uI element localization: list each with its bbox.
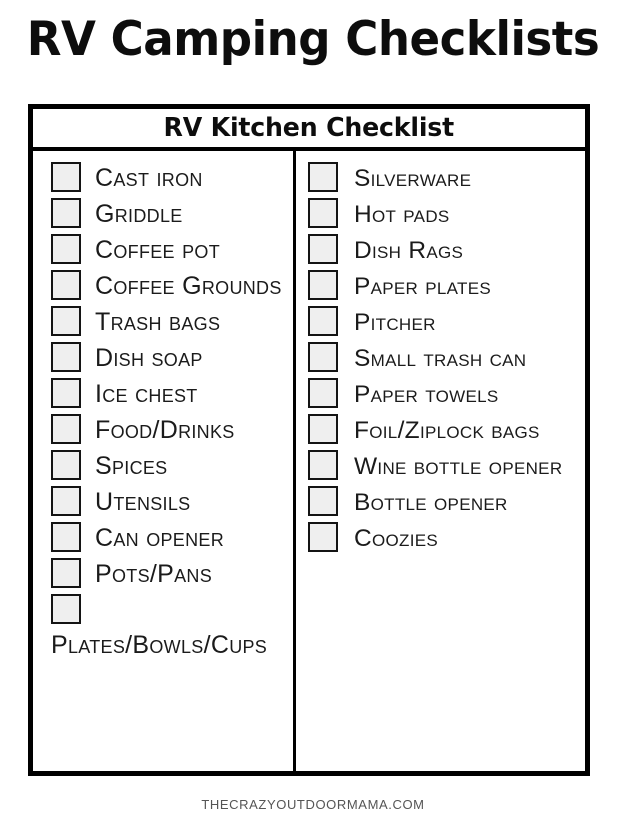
checklist-item-label: Pots/Pans [95, 560, 213, 588]
checkbox-icon[interactable] [308, 270, 338, 300]
checklist-item-label: Griddle [95, 200, 183, 228]
checklist-item-label: Bottle opener [354, 489, 508, 516]
checklist-item[interactable]: Food/Drinks [51, 413, 289, 448]
checklist-item-label: Plates/Bowls/Cups [51, 631, 268, 659]
checklist-item[interactable]: Coffee pot [51, 233, 289, 268]
page-title: RV Camping Checklists [26, 12, 600, 67]
checklist-card: RV Kitchen Checklist Cast iron Griddle Cof… [28, 104, 590, 776]
checkbox-icon[interactable] [308, 378, 338, 408]
checklist-item[interactable]: Pitcher [308, 305, 578, 340]
checkbox-icon[interactable] [51, 162, 81, 192]
checkbox-icon[interactable] [308, 342, 338, 372]
checklist-header-title: RV Kitchen Checklist [163, 113, 455, 143]
checklist-item[interactable]: Plates/Bowls/Cups [51, 593, 289, 663]
checkbox-icon[interactable] [51, 198, 81, 228]
checkbox-icon[interactable] [51, 414, 81, 444]
checkbox-icon[interactable] [308, 522, 338, 552]
checkbox-icon[interactable] [308, 306, 338, 336]
checklist-item-label: Paper plates [354, 273, 491, 300]
checklist-item[interactable]: Silverware [308, 161, 578, 196]
checklist-left-column: Cast iron Griddle Coffee pot Coffee Grounds… [33, 151, 296, 773]
checklist-item-label: Pitcher [354, 309, 436, 336]
checklist-item[interactable]: Trash bags [51, 305, 289, 340]
checklist-item-label: Coozies [354, 525, 439, 552]
checklist-item[interactable]: Foil/Ziplock bags [308, 413, 578, 448]
checklist-item[interactable]: Hot pads [308, 197, 578, 232]
footer-attribution: THECRAZYOUTDOORMAMA.COM [201, 797, 425, 812]
checklist-item[interactable]: Can opener [51, 521, 289, 556]
checklist-item-label: Food/Drinks [95, 416, 235, 444]
checklist-item[interactable]: Cast iron [51, 161, 289, 196]
checkbox-icon[interactable] [308, 162, 338, 192]
checklist-item[interactable]: Ice chest [51, 377, 289, 412]
checklist-item-label: Dish Rags [354, 237, 464, 264]
checklist-columns: Cast iron Griddle Coffee pot Coffee Grounds… [33, 151, 585, 773]
checkbox-icon[interactable] [308, 234, 338, 264]
checkbox-icon[interactable] [51, 234, 81, 264]
checklist-item-label: Cast iron [95, 164, 203, 192]
checkbox-icon[interactable] [51, 558, 81, 588]
checklist-page: RV Camping Checklists RV Kitchen Checkli… [0, 0, 626, 835]
checklist-item-label: Hot pads [354, 201, 450, 228]
checklist-item[interactable]: Pots/Pans [51, 557, 289, 592]
checklist-item[interactable]: Bottle opener [308, 485, 578, 520]
checklist-item[interactable]: Utensils [51, 485, 289, 520]
checklist-item[interactable]: Dish Rags [308, 233, 578, 268]
checkbox-icon[interactable] [51, 594, 81, 624]
checkbox-icon[interactable] [51, 342, 81, 372]
checklist-item-label: Trash bags [95, 308, 221, 336]
checklist-item-label: Spices [95, 452, 168, 480]
checklist-item-label: Dish soap [95, 344, 203, 372]
checkbox-icon[interactable] [308, 198, 338, 228]
checklist-right-column: Silverware Hot pads Dish Rags Paper plates P… [296, 151, 582, 773]
checklist-item-label: Coffee Grounds [95, 272, 282, 300]
checkbox-icon[interactable] [308, 450, 338, 480]
checklist-item[interactable]: Griddle [51, 197, 289, 232]
checkbox-icon[interactable] [51, 450, 81, 480]
checkbox-icon[interactable] [51, 378, 81, 408]
checkbox-icon[interactable] [308, 414, 338, 444]
checklist-item[interactable]: Wine bottle opener [308, 449, 578, 484]
checklist-item[interactable]: Spices [51, 449, 289, 484]
checklist-item-label: Coffee pot [95, 236, 221, 264]
checkbox-icon[interactable] [308, 486, 338, 516]
checklist-item[interactable]: Small trash can [308, 341, 578, 376]
checklist-item[interactable]: Dish soap [51, 341, 289, 376]
checklist-item-label: Foil/Ziplock bags [354, 417, 540, 444]
checklist-item[interactable]: Paper towels [308, 377, 578, 412]
checklist-item-label: Wine bottle opener [354, 453, 563, 480]
checklist-item-label: Silverware [354, 165, 472, 192]
checklist-item-label: Ice chest [95, 380, 198, 408]
checklist-item-label: Can opener [95, 524, 225, 552]
checklist-item-label: Utensils [95, 488, 191, 516]
checklist-item-label: Small trash can [354, 345, 527, 372]
checklist-item[interactable]: Paper plates [308, 269, 578, 304]
checkbox-icon[interactable] [51, 522, 81, 552]
checklist-header: RV Kitchen Checklist [33, 109, 585, 151]
checklist-item[interactable]: Coozies [308, 521, 578, 556]
checklist-item-label: Paper towels [354, 381, 499, 408]
checkbox-icon[interactable] [51, 270, 81, 300]
checkbox-icon[interactable] [51, 306, 81, 336]
checklist-item[interactable]: Coffee Grounds [51, 269, 289, 304]
checkbox-icon[interactable] [51, 486, 81, 516]
